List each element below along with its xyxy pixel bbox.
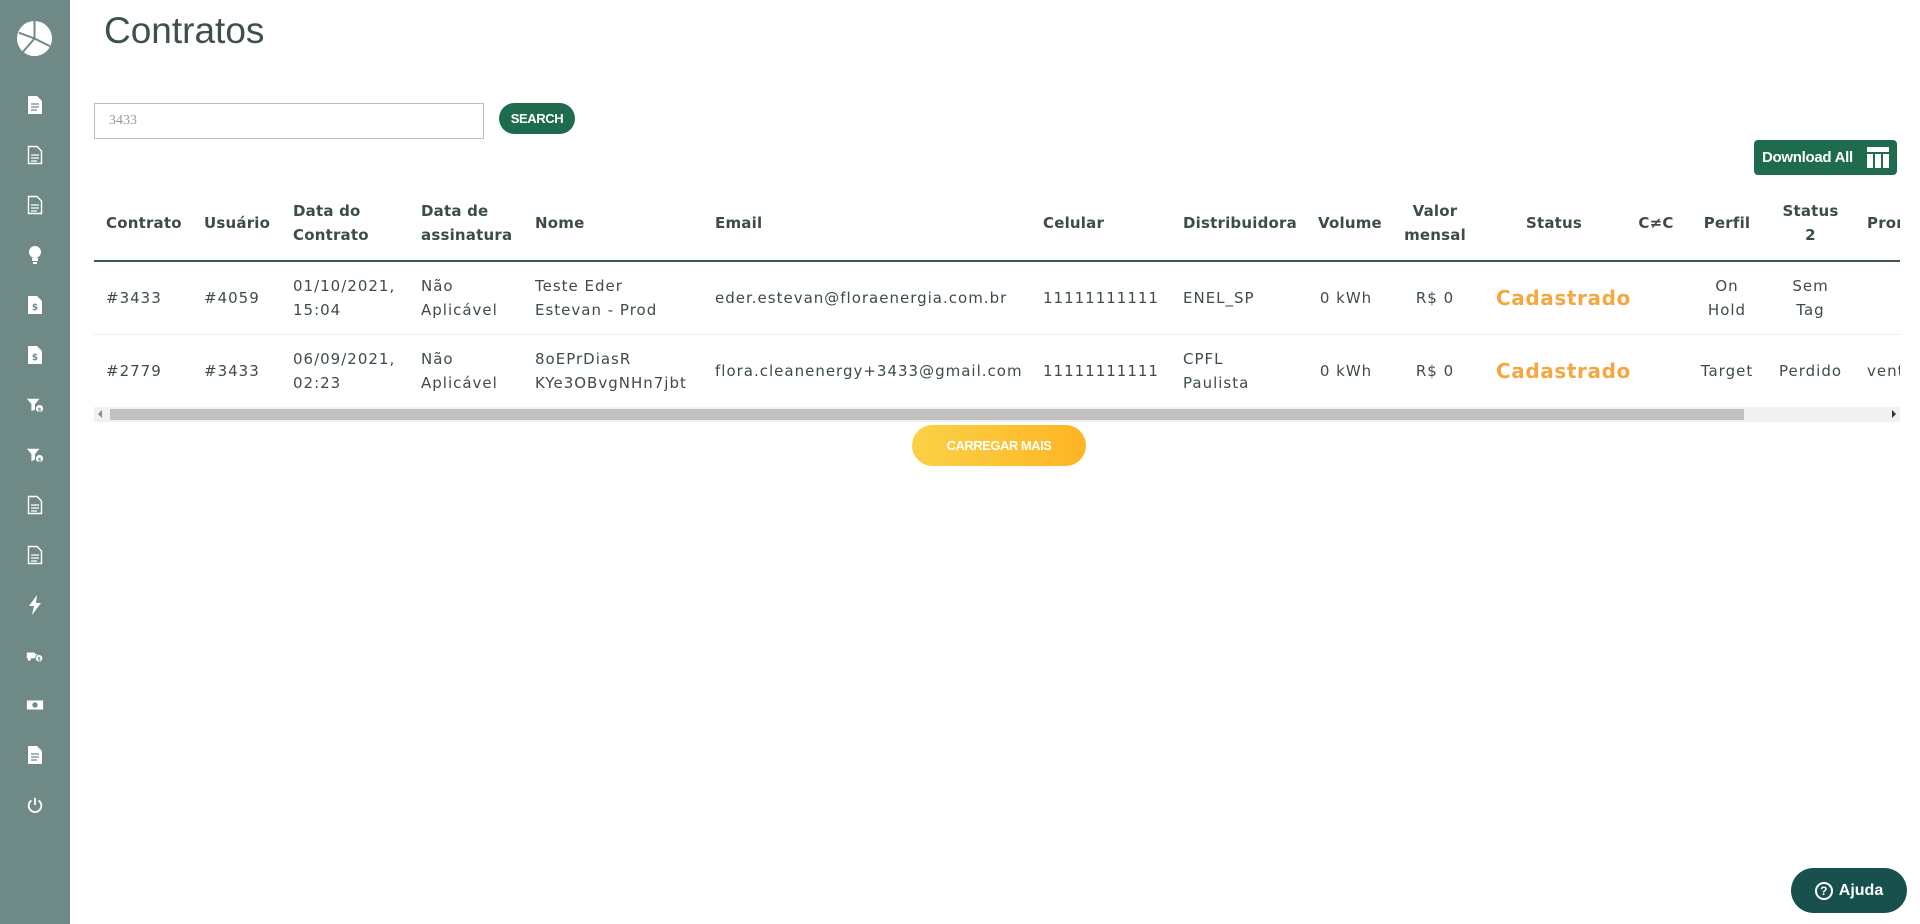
- header-perfil[interactable]: Perfil: [1688, 185, 1766, 262]
- money-document-icon[interactable]: $: [25, 345, 45, 365]
- power-icon[interactable]: [25, 795, 45, 815]
- cell-contrato: #3433: [94, 261, 192, 335]
- search-input[interactable]: [94, 103, 484, 139]
- sidebar: $ $ $ $ $: [0, 0, 70, 924]
- document-icon[interactable]: [25, 495, 45, 515]
- cell-contrato: #2779: [94, 334, 192, 408]
- scroll-right-icon[interactable]: [1892, 410, 1896, 418]
- lightbulb-icon[interactable]: [25, 245, 45, 265]
- document-icon[interactable]: [25, 145, 45, 165]
- cell-celular: 11111111111: [1031, 261, 1171, 335]
- svg-text:$: $: [38, 407, 42, 413]
- cell-data-assinatura: Não Aplicável: [409, 261, 523, 335]
- cell-status: Cadastrado: [1484, 334, 1630, 408]
- header-promo[interactable]: Promo: [1855, 185, 1900, 262]
- scrollbar-thumb[interactable]: [110, 409, 1744, 420]
- header-nome[interactable]: Nome: [523, 185, 703, 262]
- svg-text:$: $: [37, 657, 41, 663]
- cell-volume: 0 kWh: [1306, 334, 1386, 408]
- cell-data-contrato: 01/10/2021, 15:04: [281, 261, 409, 335]
- cell-perfil: Target: [1688, 334, 1766, 408]
- cell-email: flora.cleanenergy+3433@gmail.com: [703, 334, 1031, 408]
- cell-data-contrato: 06/09/2021, 02:23: [281, 334, 409, 408]
- cell-valor: R$ 0: [1386, 261, 1484, 335]
- help-label: Ajuda: [1838, 881, 1884, 899]
- horizontal-scrollbar[interactable]: [94, 407, 1900, 422]
- load-more-button[interactable]: CARREGAR MAIS: [912, 425, 1086, 466]
- svg-text:$: $: [32, 303, 38, 313]
- cell-promo: vent: [1855, 334, 1900, 408]
- document-filled-icon[interactable]: [25, 745, 45, 765]
- document-filled-icon[interactable]: [25, 95, 45, 115]
- cell-perfil: On Hold: [1688, 261, 1766, 335]
- header-cc[interactable]: C≠C: [1624, 185, 1688, 262]
- cell-nome: Teste Eder Estevan - Prod: [523, 261, 703, 335]
- document-icon[interactable]: [25, 195, 45, 215]
- banknote-icon[interactable]: [25, 695, 45, 715]
- header-data-contrato[interactable]: Data do Contrato: [281, 185, 409, 262]
- money-document-icon[interactable]: $: [25, 295, 45, 315]
- document-icon[interactable]: [25, 545, 45, 565]
- cell-status: Cadastrado: [1484, 261, 1630, 335]
- header-email[interactable]: Email: [703, 185, 1031, 262]
- cell-usuario: #3433: [192, 334, 281, 408]
- header-volume[interactable]: Volume: [1306, 185, 1386, 262]
- filter-money-icon[interactable]: $: [25, 395, 45, 415]
- header-contrato[interactable]: Contrato: [94, 185, 192, 262]
- header-status-2[interactable]: Status 2: [1766, 185, 1855, 262]
- help-button[interactable]: ? Ajuda: [1791, 868, 1907, 913]
- cell-usuario: #4059: [192, 261, 281, 335]
- svg-text:$: $: [38, 457, 42, 463]
- cell-celular: 11111111111: [1031, 334, 1171, 408]
- cell-status-2: Perdido: [1766, 334, 1855, 408]
- cell-promo: [1855, 261, 1900, 335]
- cell-status-2: Sem Tag: [1766, 261, 1855, 335]
- header-distribuidora[interactable]: Distribuidora: [1171, 185, 1306, 262]
- download-all-label: Download All: [1762, 149, 1853, 166]
- table-row[interactable]: #3433 #4059 01/10/2021, 15:04 Não Aplicáve…: [94, 261, 1900, 335]
- contracts-table-container: Contrato Usuário Data do Contrato Data de…: [94, 185, 1900, 411]
- svg-text:$: $: [32, 353, 38, 363]
- cell-cc: [1624, 334, 1688, 408]
- scroll-left-icon[interactable]: [98, 410, 102, 418]
- header-celular[interactable]: Celular: [1031, 185, 1171, 262]
- page-title: Contratos: [104, 10, 265, 51]
- cell-cc: [1624, 261, 1688, 335]
- header-status[interactable]: Status: [1484, 185, 1624, 262]
- filter-money-icon[interactable]: $: [25, 445, 45, 465]
- table-row[interactable]: #2779 #3433 06/09/2021, 02:23 Não Aplicáve…: [94, 334, 1900, 408]
- header-data-assinatura[interactable]: Data de assinatura: [409, 185, 523, 262]
- flora-logo[interactable]: [15, 19, 54, 58]
- cell-data-assinatura: Não Aplicável: [409, 334, 523, 408]
- cell-valor: R$ 0: [1386, 334, 1484, 408]
- question-icon: ?: [1814, 881, 1833, 900]
- header-valor-mensal[interactable]: Valor mensal: [1386, 185, 1484, 262]
- search-button[interactable]: SEARCH: [499, 103, 575, 134]
- table-header-row: Contrato Usuário Data do Contrato Data de…: [94, 185, 1900, 262]
- cell-distribuidora: ENEL_SP: [1171, 261, 1306, 335]
- cell-nome: 8oEPrDiasR KYe3OBvgNHn7jbt: [523, 334, 703, 408]
- cell-email: eder.estevan@floraenergia.com.br: [703, 261, 1031, 335]
- contracts-table: Contrato Usuário Data do Contrato Data de…: [94, 185, 1900, 408]
- lightning-icon[interactable]: [25, 595, 45, 615]
- download-all-button[interactable]: Download All: [1754, 140, 1897, 175]
- cell-volume: 0 kWh: [1306, 261, 1386, 335]
- cell-distribuidora: CPFL Paulista: [1171, 334, 1306, 408]
- table-icon: [1867, 147, 1889, 168]
- header-usuario[interactable]: Usuário: [192, 185, 281, 262]
- truck-money-icon[interactable]: $: [25, 645, 45, 665]
